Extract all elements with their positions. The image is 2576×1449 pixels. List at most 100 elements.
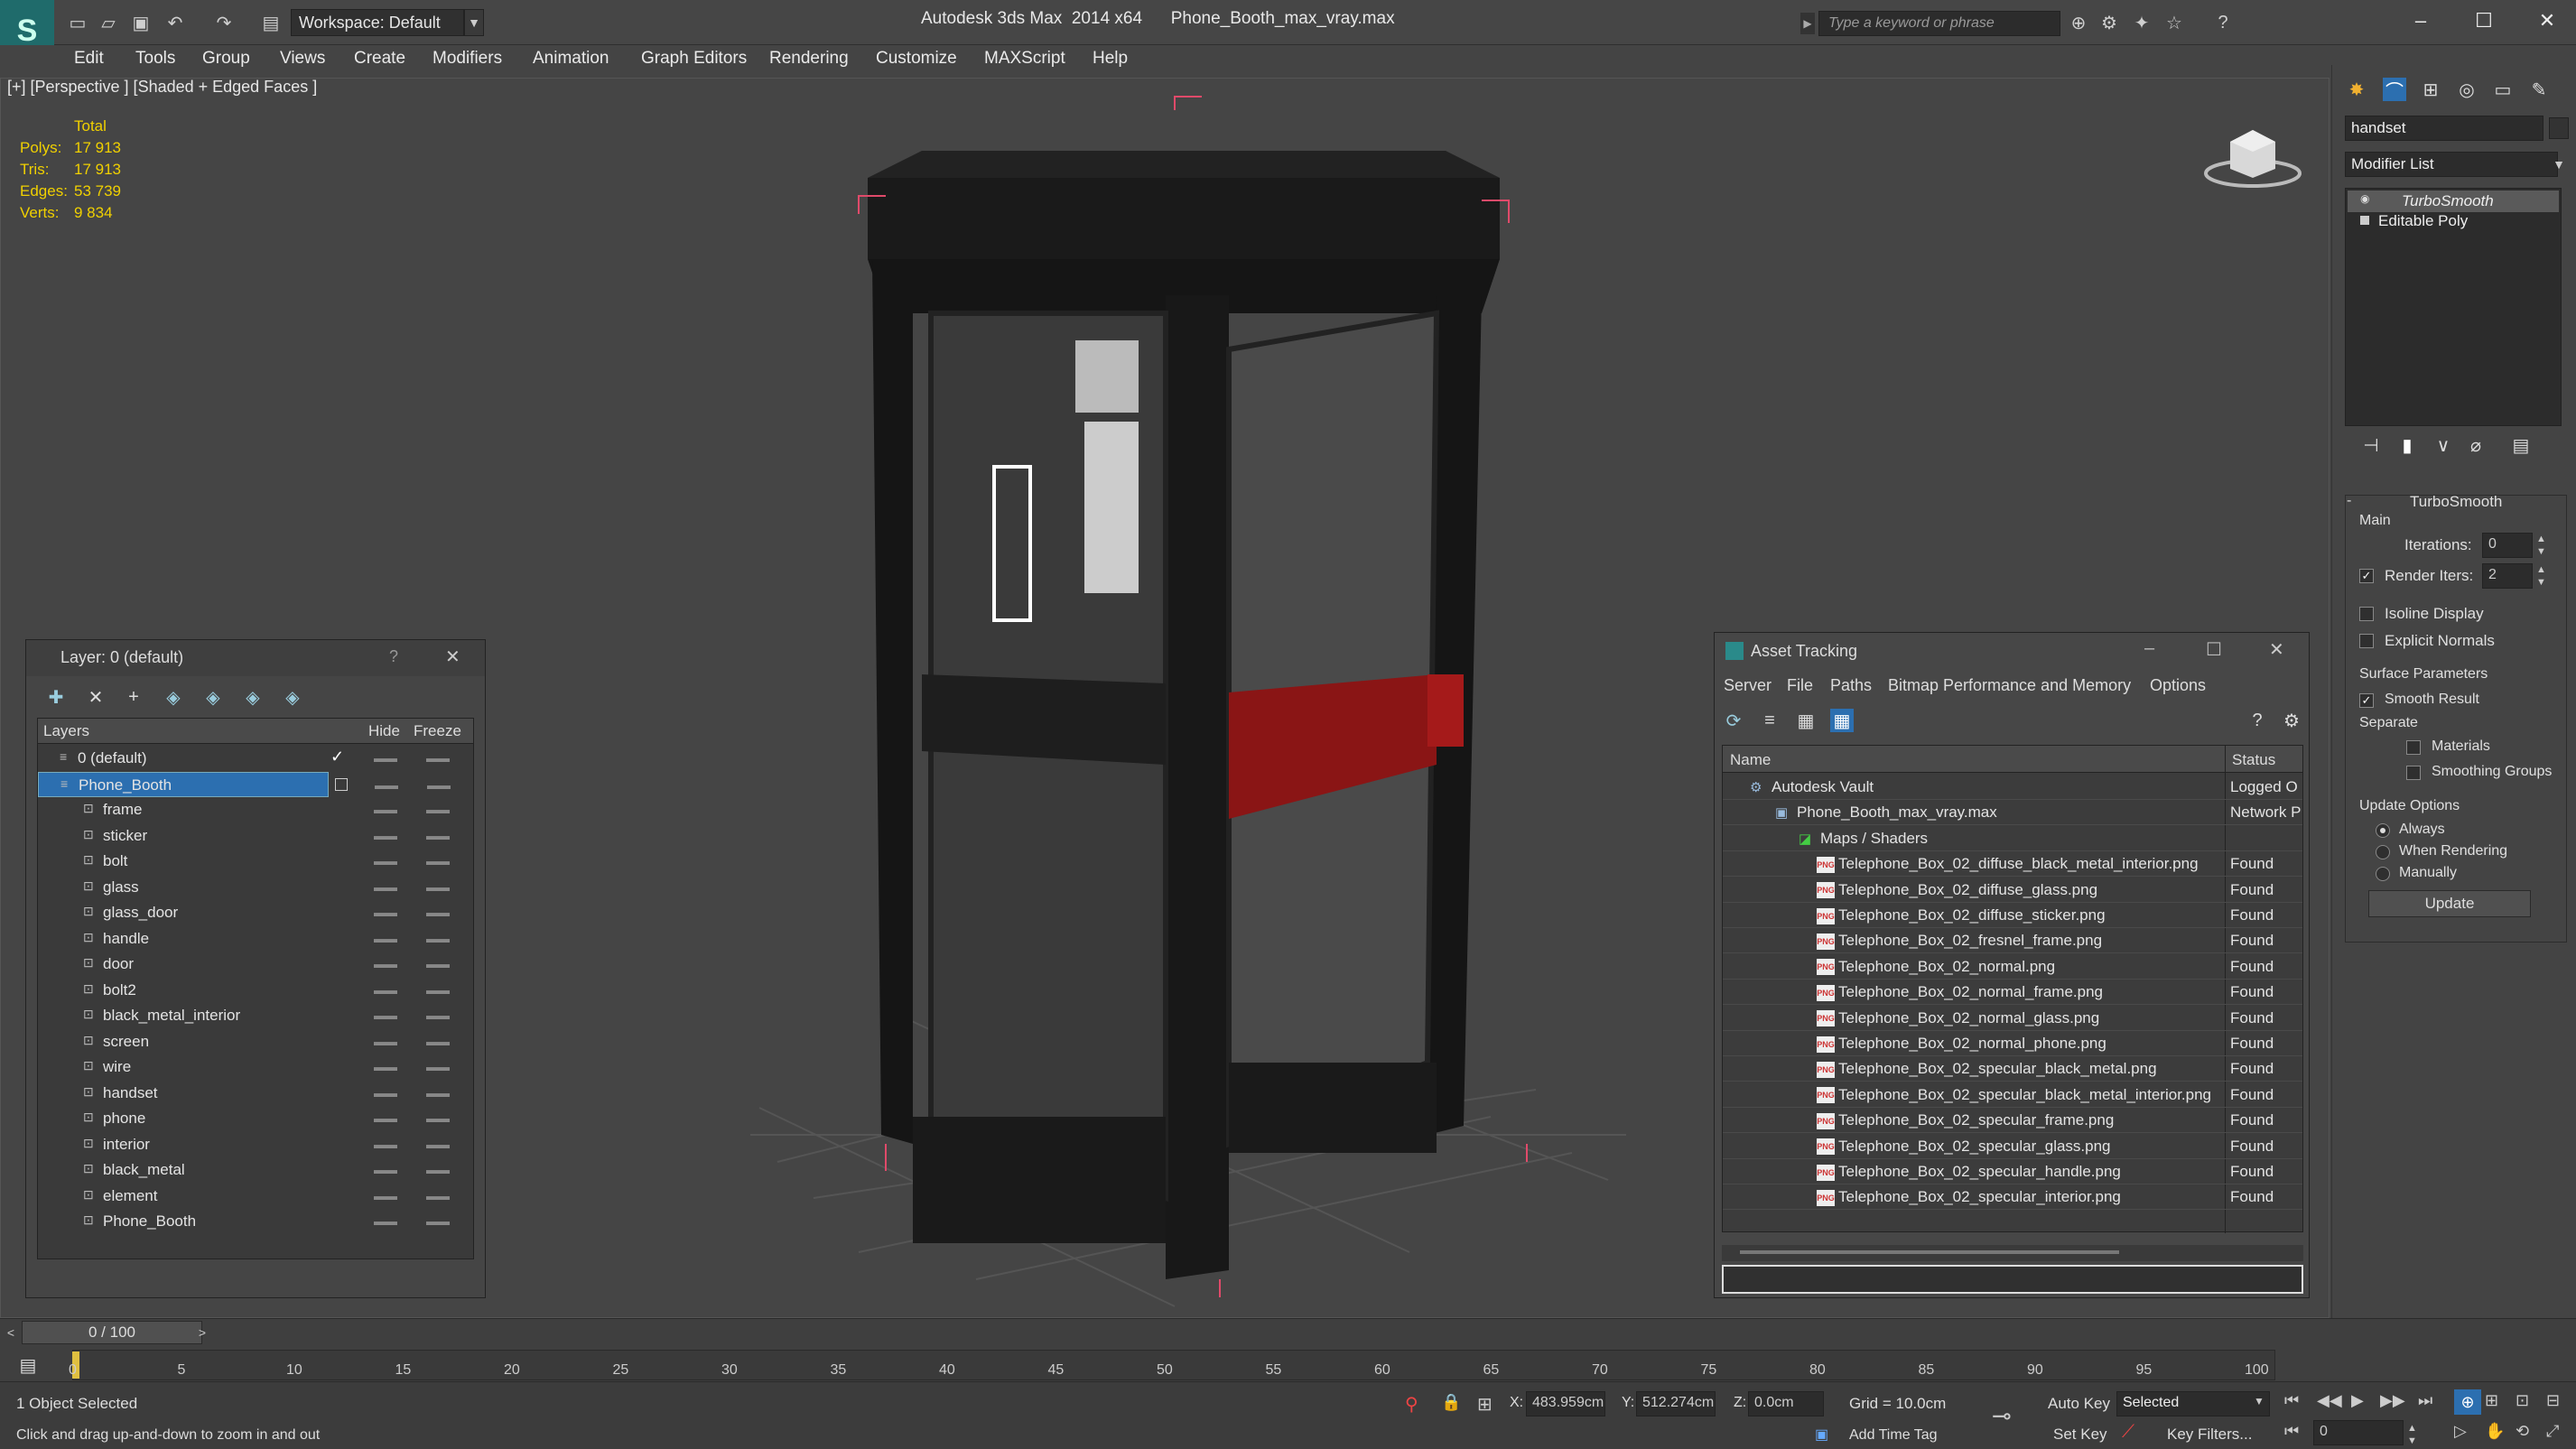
menu-views[interactable]: Views — [280, 49, 325, 74]
horizontal-scrollbar[interactable] — [1722, 1245, 2303, 1261]
help-icon[interactable]: ? — [389, 647, 398, 666]
add-to-layer-icon[interactable]: + — [122, 685, 145, 709]
refresh-icon[interactable]: ⟳ — [1722, 709, 1745, 732]
asset-row[interactable]: PNG Telephone_Box_02_fresnel_frame.png Fou… — [1723, 928, 2302, 954]
close-icon[interactable]: ✕ — [445, 646, 460, 668]
chevron-right-icon[interactable]: ▶ — [1800, 13, 1815, 34]
layer-object-row[interactable]: ⊡ black_metal_interior ▬▬ ▬▬ — [38, 1003, 473, 1028]
subscription-icon[interactable]: ⚙ — [2097, 11, 2122, 34]
column-layers[interactable]: Layers — [43, 722, 89, 740]
redo-icon[interactable]: ↷ — [211, 11, 237, 34]
pan-icon[interactable]: ✋ — [2485, 1422, 2505, 1441]
asset-row[interactable]: ▣ Phone_Booth_max_vray.max Network P — [1723, 800, 2302, 826]
freeze-toggle[interactable]: ▬▬ — [426, 1086, 450, 1100]
key-filters-button[interactable]: Key Filters... — [2167, 1426, 2252, 1444]
render-iters-checkbox[interactable]: ✓ — [2359, 569, 2374, 583]
hide-toggle[interactable]: ▬▬ — [374, 1138, 397, 1151]
layer-row-default[interactable]: ≡ 0 (default) ✓ ▬▬ ▬▬ — [38, 746, 473, 771]
column-status[interactable]: Status — [2232, 751, 2275, 769]
expand-icon[interactable] — [2360, 216, 2369, 225]
asset-row[interactable]: PNG Telephone_Box_02_diffuse_glass.png Fou… — [1723, 878, 2302, 903]
spinner-arrows-icon[interactable]: ▲ ▼ — [2536, 563, 2546, 589]
zoom-extents-icon[interactable]: ⊡ — [2516, 1391, 2529, 1410]
play-icon[interactable]: ▶ — [2351, 1391, 2364, 1410]
workspace-dropdown[interactable]: Workspace: Default — [291, 9, 464, 36]
asset-row[interactable]: PNG Telephone_Box_02_specular_frame.png Fo… — [1723, 1108, 2302, 1134]
manually-radio[interactable] — [2376, 867, 2390, 881]
save-icon[interactable]: ▣ — [128, 11, 153, 34]
menu-server[interactable]: Server — [1724, 676, 1772, 695]
chevron-down-icon[interactable]: ▼ — [2254, 1395, 2264, 1407]
add-time-tag[interactable]: Add Time Tag — [1849, 1427, 1938, 1444]
menu-graph-editors[interactable]: Graph Editors — [641, 49, 747, 74]
make-unique-icon[interactable]: ∨ — [2432, 433, 2455, 457]
auto-key-button[interactable]: Auto Key — [2048, 1395, 2110, 1413]
scrollbar-thumb[interactable] — [1740, 1250, 2119, 1254]
favorites-star-icon[interactable]: ☆ — [2162, 11, 2187, 34]
layer-object-row[interactable]: ⊡ wire ▬▬ ▬▬ — [38, 1054, 473, 1080]
hide-toggle[interactable]: ▬▬ — [374, 1214, 397, 1228]
asset-row[interactable]: ⚙ Autodesk Vault Logged O — [1723, 775, 2302, 800]
menu-tools[interactable]: Tools — [135, 49, 175, 74]
freeze-toggle[interactable]: ▬▬ — [426, 1008, 450, 1022]
layer-object-row[interactable]: ⊡ handle ▬▬ ▬▬ — [38, 926, 473, 952]
rollout-title[interactable]: TurboSmooth — [2410, 493, 2502, 511]
current-frame-field[interactable]: 0 — [2313, 1420, 2404, 1445]
asset-row[interactable]: PNG Telephone_Box_02_specular_glass.png Fo… — [1723, 1134, 2302, 1159]
explicit-normals-checkbox[interactable] — [2359, 634, 2374, 648]
freeze-toggle[interactable]: ▬▬ — [426, 1163, 450, 1176]
freeze-toggle[interactable]: ▬▬ — [427, 778, 451, 792]
hide-toggle[interactable]: ▬▬ — [374, 1035, 397, 1048]
freeze-toggle[interactable]: ▬▬ — [426, 880, 450, 894]
field-of-view-icon[interactable]: ▷ — [2454, 1422, 2467, 1441]
hide-all-icon[interactable]: ◈ — [241, 685, 265, 709]
create-tab-icon[interactable]: ✸ — [2345, 78, 2368, 101]
zoom-all-icon[interactable]: ⊞ — [2485, 1391, 2498, 1410]
hide-toggle[interactable]: ▬▬ — [374, 1111, 397, 1125]
layer-object-row[interactable]: ⊡ black_metal ▬▬ ▬▬ — [38, 1157, 473, 1183]
maximize-viewport-icon[interactable]: ⤢ — [2546, 1422, 2559, 1441]
menu-modifiers[interactable]: Modifiers — [432, 49, 502, 74]
open-file-icon[interactable]: ▱ — [96, 11, 121, 34]
layer-object-row[interactable]: ⊡ sticker ▬▬ ▬▬ — [38, 823, 473, 849]
asset-row[interactable]: PNG Telephone_Box_02_specular_handle.png F… — [1723, 1159, 2302, 1184]
hide-toggle[interactable]: ▬▬ — [374, 803, 397, 816]
highlight-layer-icon[interactable]: ◈ — [201, 685, 225, 709]
time-slider[interactable]: 0 / 100 — [22, 1321, 202, 1344]
layer-object-row[interactable]: ⊡ door ▬▬ ▬▬ — [38, 952, 473, 977]
menu-group[interactable]: Group — [202, 49, 250, 74]
freeze-toggle[interactable]: ▬▬ — [426, 803, 450, 816]
menu-animation[interactable]: Animation — [533, 49, 609, 74]
freeze-toggle[interactable]: ▬▬ — [426, 906, 450, 919]
display-tab-icon[interactable]: ▭ — [2491, 78, 2515, 101]
communication-icon[interactable]: ✦ — [2129, 11, 2154, 34]
asset-row[interactable]: PNG Telephone_Box_02_specular_black_metal… — [1723, 1082, 2302, 1108]
zoom-icon[interactable]: ⊕ — [2454, 1389, 2481, 1415]
menu-rendering[interactable]: Rendering — [769, 49, 849, 74]
asset-row[interactable]: PNG Telephone_Box_02_specular_interior.pn… — [1723, 1184, 2302, 1211]
isoline-display-checkbox[interactable] — [2359, 607, 2374, 621]
previous-frame-icon[interactable]: ◀◀ — [2317, 1391, 2342, 1410]
when-rendering-radio[interactable] — [2376, 845, 2390, 859]
absolute-mode-icon[interactable]: ⊞ — [1477, 1393, 1493, 1416]
list-view-icon[interactable]: ≡ — [1758, 709, 1781, 732]
asset-row[interactable]: PNG Telephone_Box_02_normal.png Found — [1723, 954, 2302, 980]
selection-set-dropdown[interactable]: Selected — [2116, 1391, 2270, 1416]
close-icon[interactable]: ✕ — [2269, 638, 2284, 661]
hierarchy-tab-icon[interactable]: ⊞ — [2419, 78, 2442, 101]
update-button[interactable]: Update — [2368, 890, 2531, 917]
menu-bitmap-performance[interactable]: Bitmap Performance and Memory — [1888, 676, 2131, 695]
set-key-button[interactable]: Set Key — [2053, 1426, 2107, 1444]
thumbnail-view-icon[interactable]: ▦ — [1794, 709, 1818, 732]
hide-toggle[interactable]: ▬▬ — [374, 1189, 397, 1203]
hide-toggle[interactable]: ▬▬ — [374, 829, 397, 842]
asset-window-title[interactable]: Asset Tracking — [1751, 642, 1857, 661]
search-input[interactable]: Type a keyword or phrase — [1818, 11, 2060, 36]
hide-toggle[interactable]: ▬▬ — [374, 1008, 397, 1022]
next-frame-icon[interactable]: ▶▶ — [2380, 1391, 2405, 1410]
asset-row[interactable]: PNG Telephone_Box_02_normal_frame.png Foun… — [1723, 980, 2302, 1006]
freeze-toggle[interactable]: ▬▬ — [426, 854, 450, 868]
freeze-toggle[interactable]: ▬▬ — [426, 1214, 450, 1228]
asset-row[interactable]: ◪ Maps / Shaders — [1723, 826, 2302, 851]
key-icon[interactable]: ⟋ — [2122, 1422, 2134, 1443]
